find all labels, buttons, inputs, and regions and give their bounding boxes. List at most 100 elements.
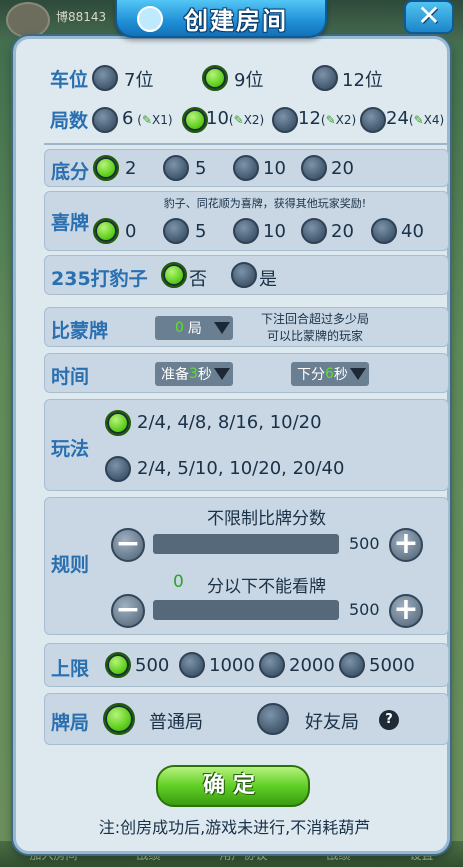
play-mode-label: 玩法: [51, 438, 90, 460]
rounds-label: 局数: [50, 110, 89, 132]
seats-option-9: 9位: [234, 70, 264, 91]
look-slider[interactable]: [153, 600, 339, 620]
bonus-hand-option-40: 40: [401, 221, 424, 242]
compare-slider[interactable]: [153, 534, 339, 554]
bonus-hand-option-20: 20: [331, 221, 354, 242]
seats-row: 车位 7位 9位 12位: [44, 61, 449, 97]
bonus-hand-option-0: 0: [125, 221, 137, 242]
chevron-down-icon: [214, 368, 230, 380]
limit-option-1000: 1000: [209, 655, 255, 676]
compare-blind-note-1: 下注回合超过多少局: [260, 312, 369, 326]
close-button[interactable]: ✕: [404, 0, 454, 34]
rounds-option-6: 6 (✎X1): [122, 108, 173, 129]
gourd-icon: ✎: [141, 113, 153, 127]
gourd-icon: ✎: [413, 113, 424, 127]
play-mode-row: 玩法 2/4, 4/8, 8/16, 10/20 2/4, 5/10, 10/2…: [44, 399, 449, 491]
compare-limit-value: 500: [349, 534, 380, 553]
beat-leopard-row: 235打豹子 否 是: [44, 255, 449, 295]
gourd-icon: ✎: [325, 113, 336, 127]
look-minus-button[interactable]: −: [111, 594, 145, 628]
create-room-panel: 车位 7位 9位 12位 局数 6 (✎X1) 10(✎X2) 12(✎X2) …: [13, 36, 450, 854]
bet-time-suffix: 秒: [333, 367, 348, 383]
page-title: 创建房间: [184, 6, 288, 35]
base-score-option-20: 20: [331, 158, 354, 179]
beat-leopard-radio-yes[interactable]: [231, 262, 257, 288]
beat-leopard-option-no: 否: [189, 269, 207, 290]
rounds-radio-12[interactable]: [272, 107, 298, 133]
base-score-radio-10[interactable]: [233, 155, 259, 181]
prepare-time-suffix: 秒: [197, 367, 212, 383]
gourd-icon: ✎: [233, 113, 244, 127]
bonus-hand-radio-5[interactable]: [163, 218, 189, 244]
base-score-option-2: 2: [125, 158, 137, 179]
base-score-radio-2[interactable]: [93, 155, 119, 181]
logo-icon: [137, 6, 163, 32]
bonus-hand-radio-0[interactable]: [93, 218, 119, 244]
limit-radio-1000[interactable]: [179, 652, 205, 678]
time-row: 时间 准备 3 秒 下分 6 秒: [44, 353, 449, 393]
play-mode-radio-2[interactable]: [105, 456, 131, 482]
limit-label: 上限: [51, 658, 90, 680]
room-type-radio-normal[interactable]: [103, 703, 135, 735]
rules-label: 规则: [51, 554, 90, 576]
seats-option-12: 12位: [342, 70, 383, 91]
compare-blind-dropdown[interactable]: 0 局: [155, 316, 233, 340]
bonus-hand-option-5: 5: [195, 221, 207, 242]
look-plus-button[interactable]: +: [389, 594, 423, 628]
bet-time-dropdown[interactable]: 下分 6 秒: [291, 362, 369, 386]
seats-radio-12[interactable]: [312, 65, 338, 91]
compare-minus-button[interactable]: −: [111, 528, 145, 562]
bonus-hand-label: 喜牌: [51, 212, 90, 234]
user-avatar: [6, 2, 50, 38]
play-mode-radio-1[interactable]: [105, 410, 131, 436]
base-score-radio-20[interactable]: [301, 155, 327, 181]
divider: [44, 143, 449, 145]
chevron-down-icon: [350, 368, 366, 380]
limit-option-500: 500: [135, 655, 170, 676]
seats-label: 车位: [50, 69, 89, 91]
compare-blind-unit: 局: [187, 321, 202, 337]
bonus-hand-radio-40[interactable]: [371, 218, 397, 244]
limit-radio-5000[interactable]: [339, 652, 365, 678]
rounds-radio-24[interactable]: [360, 107, 386, 133]
bonus-hand-radio-10[interactable]: [233, 218, 259, 244]
room-type-option-friend: 好友局: [305, 712, 359, 733]
rounds-row: 局数 6 (✎X1) 10(✎X2) 12(✎X2) 24(✎X4): [44, 101, 449, 137]
compare-plus-button[interactable]: +: [389, 528, 423, 562]
room-type-radio-friend[interactable]: [257, 703, 289, 735]
seats-radio-9[interactable]: [202, 65, 228, 91]
time-label: 时间: [51, 366, 90, 388]
rules-row: 规则 不限制比牌分数 − 500 + 0 分以下不能看牌 − 500 +: [44, 497, 449, 635]
beat-leopard-radio-no[interactable]: [161, 262, 187, 288]
bonus-hand-radio-20[interactable]: [301, 218, 327, 244]
compare-blind-label: 比蒙牌: [51, 320, 109, 342]
limit-row: 上限 500 1000 2000 5000: [44, 643, 449, 687]
bet-time-prefix: 下分: [297, 367, 325, 383]
limit-radio-2000[interactable]: [259, 652, 285, 678]
limit-radio-500[interactable]: [105, 652, 131, 678]
prepare-time-prefix: 准备: [161, 367, 189, 383]
rounds-option-12: 12(✎X2): [298, 108, 357, 129]
beat-leopard-label: 235打豹子: [51, 268, 148, 290]
room-type-row: 牌局 普通局 好友局 ?: [44, 693, 449, 745]
compare-limit-title: 不限制比牌分数: [207, 509, 326, 529]
base-score-option-10: 10: [263, 158, 286, 179]
confirm-button[interactable]: 确定: [156, 765, 310, 807]
rounds-option-10: 10(✎X2): [206, 108, 265, 129]
rounds-option-24: 24(✎X4): [386, 108, 445, 129]
bonus-hand-note: 豹子、同花顺为喜牌，获得其他玩家奖励!: [163, 197, 367, 210]
help-icon[interactable]: ?: [379, 710, 399, 730]
base-score-radio-5[interactable]: [163, 155, 189, 181]
compare-blind-value: 0: [175, 320, 184, 336]
compare-blind-row: 比蒙牌 0 局 下注回合超过多少局 可以比蒙牌的玩家: [44, 307, 449, 347]
bonus-hand-option-10: 10: [263, 221, 286, 242]
prepare-time-value: 3: [189, 366, 198, 382]
prepare-time-dropdown[interactable]: 准备 3 秒: [155, 362, 233, 386]
title-banner: 创建房间: [115, 0, 327, 38]
rounds-radio-10[interactable]: [182, 107, 208, 133]
bet-time-value: 6: [325, 366, 334, 382]
look-limit-prefix: 0: [173, 572, 184, 592]
rounds-radio-6[interactable]: [92, 107, 118, 133]
seats-radio-7[interactable]: [92, 65, 118, 91]
limit-option-5000: 5000: [369, 655, 415, 676]
